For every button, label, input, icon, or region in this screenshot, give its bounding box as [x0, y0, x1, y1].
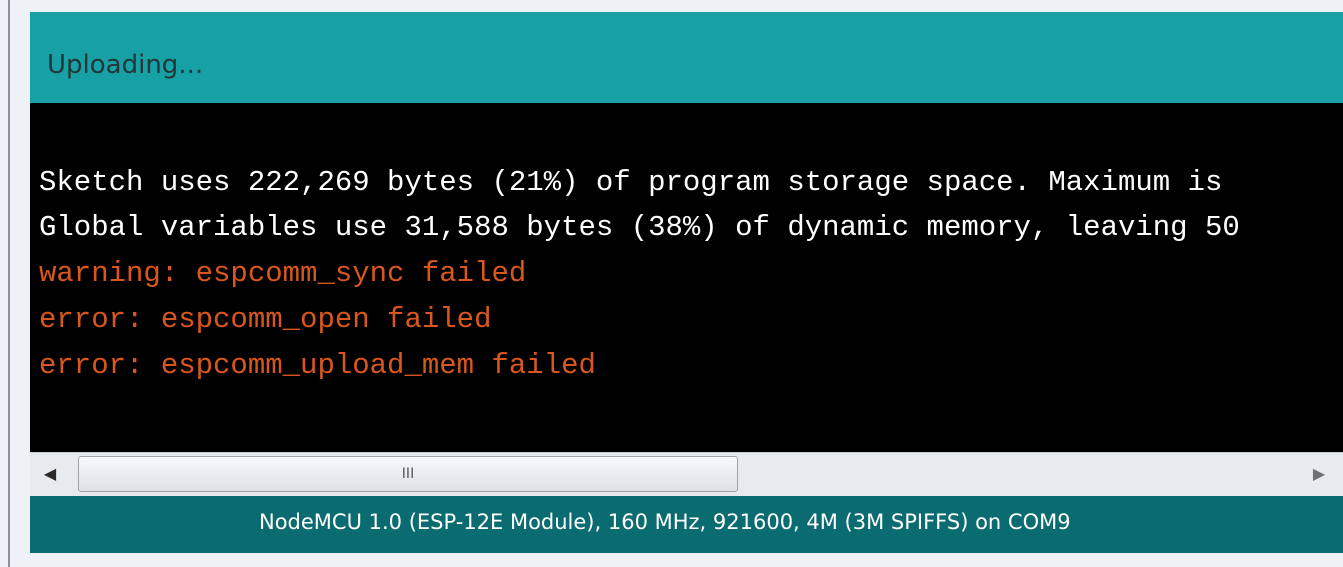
board-info-text: NodeMCU 1.0 (ESP-12E Module), 160 MHz, 9…: [259, 510, 1071, 534]
console-output[interactable]: Sketch uses 222,269 bytes (21%) of progr…: [30, 103, 1343, 452]
scrollbar-thumb[interactable]: III: [78, 456, 738, 492]
upload-status-text: Uploading...: [47, 50, 204, 80]
console-line-info: Sketch uses 222,269 bytes (21%) of progr…: [39, 166, 1223, 199]
console-line-warning: warning: espcomm_sync failed: [39, 257, 527, 290]
arduino-ide-console-panel: Uploading... Sketch uses 222,269 bytes (…: [0, 0, 1343, 567]
horizontal-scrollbar[interactable]: ◀ III ▶: [30, 452, 1343, 496]
window-edge: [8, 0, 10, 567]
scroll-grip-icon: III: [401, 466, 415, 482]
scroll-left-arrow-icon[interactable]: ◀: [40, 463, 60, 485]
scroll-right-arrow-icon[interactable]: ▶: [1309, 463, 1329, 485]
console-line-info: Global variables use 31,588 bytes (38%) …: [39, 211, 1240, 244]
console-line-error: error: espcomm_open failed: [39, 303, 492, 336]
status-bar: Uploading...: [30, 12, 1343, 103]
message-area: Uploading... Sketch uses 222,269 bytes (…: [30, 12, 1343, 553]
console-line-error: error: espcomm_upload_mem failed: [39, 349, 596, 382]
board-status-bar: NodeMCU 1.0 (ESP-12E Module), 160 MHz, 9…: [30, 496, 1343, 553]
